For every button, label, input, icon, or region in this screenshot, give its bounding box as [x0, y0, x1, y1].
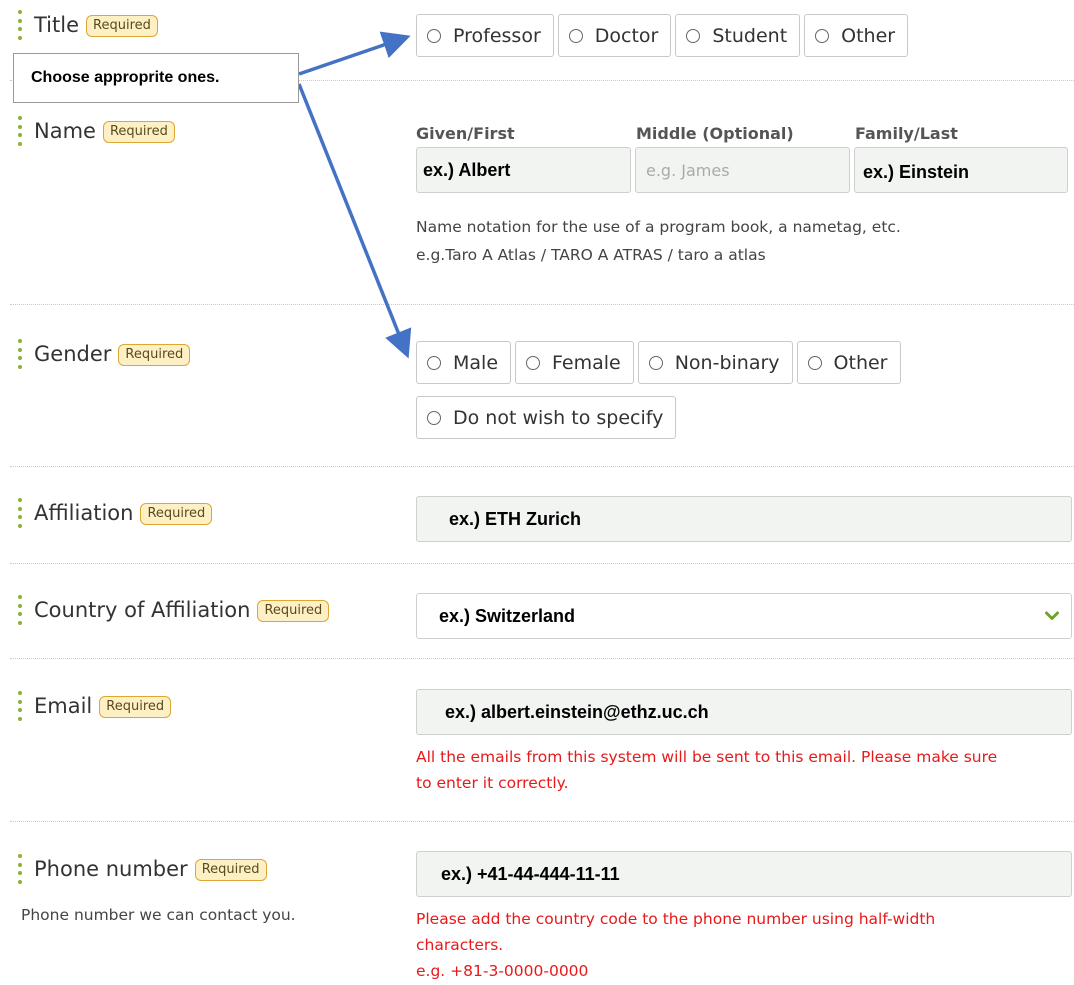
arrow-to-gender-options — [297, 83, 412, 359]
divider — [10, 304, 1074, 305]
radio-icon[interactable] — [427, 410, 441, 425]
country-label: Country of Affiliation — [34, 598, 251, 622]
required-badge: Required — [257, 600, 330, 622]
name-label: Name — [34, 119, 96, 143]
email-input[interactable]: ex.) albert.einstein@ethz.uc.ch — [416, 689, 1072, 735]
country-label-group: Country of Affiliation Required — [18, 595, 330, 625]
drag-dots-icon — [18, 691, 22, 721]
affiliation-input[interactable]: ex.) ETH Zurich — [416, 496, 1072, 542]
radio-icon[interactable] — [807, 355, 822, 370]
email-label-group: Email Required — [18, 691, 172, 721]
email-error-line2: to enter it correctly. — [416, 774, 569, 792]
radio-icon[interactable] — [427, 355, 441, 370]
gender-options-row1: Male Female Non-binary Other — [416, 341, 901, 384]
required-badge: Required — [194, 859, 267, 881]
radio-icon[interactable] — [427, 28, 441, 43]
radio-icon[interactable] — [815, 28, 830, 43]
phone-label: Phone number — [34, 857, 188, 881]
given-name-header: Given/First — [416, 124, 515, 143]
phone-input[interactable]: ex.) +41-44-444-11-11 — [416, 851, 1072, 897]
drag-dots-icon — [18, 595, 22, 625]
drag-dots-icon — [18, 10, 22, 40]
title-label-group: Title Required — [18, 10, 158, 40]
family-name-header: Family/Last — [855, 124, 958, 143]
phone-label-group: Phone number Required — [18, 854, 267, 884]
required-badge: Required — [99, 696, 172, 718]
title-option-doctor[interactable]: Doctor — [557, 14, 672, 57]
drag-dots-icon — [18, 116, 22, 146]
gender-option-male[interactable]: Male — [416, 341, 512, 384]
given-name-input[interactable]: ex.) Albert — [416, 147, 631, 193]
name-hint-line1: Name notation for the use of a program b… — [416, 218, 901, 236]
title-label: Title — [34, 13, 80, 37]
drag-dots-icon — [18, 854, 22, 884]
divider — [10, 821, 1074, 822]
gender-option-non-binary[interactable]: Non-binary — [637, 341, 793, 384]
gender-label: Gender — [34, 342, 112, 366]
divider — [10, 658, 1074, 659]
radio-icon[interactable] — [526, 355, 541, 370]
radio-icon[interactable] — [686, 28, 701, 43]
radio-icon[interactable] — [568, 28, 583, 43]
name-label-group: Name Required — [18, 116, 175, 146]
middle-name-input[interactable]: e.g. James — [635, 147, 850, 193]
country-select-value: ex.) Switzerland — [439, 605, 576, 626]
title-options: Professor Doctor Student Other — [416, 14, 909, 57]
callout-box: Choose approprite ones. — [13, 53, 299, 103]
middle-name-header: Middle (Optional) — [636, 124, 794, 143]
arrow-to-title-options — [298, 31, 411, 76]
affiliation-label: Affiliation — [34, 501, 134, 525]
chevron-down-icon[interactable] — [1045, 610, 1059, 622]
drag-dots-icon — [18, 498, 22, 528]
drag-dots-icon — [18, 339, 22, 369]
required-badge: Required — [118, 344, 191, 366]
gender-options-row2: Do not wish to specify — [416, 396, 677, 439]
title-option-student[interactable]: Student — [675, 14, 801, 57]
country-select[interactable]: ex.) Switzerland — [416, 593, 1072, 639]
divider — [10, 563, 1074, 564]
phone-error-line3: e.g. +81-3-0000-0000 — [416, 962, 589, 980]
gender-option-female[interactable]: Female — [515, 341, 634, 384]
gender-option-other[interactable]: Other — [796, 341, 901, 384]
title-option-other[interactable]: Other — [804, 14, 909, 57]
title-option-professor[interactable]: Professor — [416, 14, 554, 57]
phone-error-line2: characters. — [416, 936, 504, 954]
phone-sublabel: Phone number we can contact you. — [21, 906, 296, 924]
family-name-input[interactable]: ex.) Einstein — [854, 147, 1068, 193]
affiliation-label-group: Affiliation Required — [18, 498, 213, 528]
gender-label-group: Gender Required — [18, 339, 191, 369]
required-badge: Required — [102, 121, 175, 143]
radio-icon[interactable] — [648, 355, 663, 370]
name-hint-line2: e.g.Taro A Atlas / TARO A ATRAS / taro a… — [416, 246, 766, 264]
divider — [10, 466, 1074, 467]
email-error-line1: All the emails from this system will be … — [416, 748, 998, 766]
required-badge: Required — [86, 15, 158, 37]
phone-error-line1: Please add the country code to the phone… — [416, 910, 936, 928]
email-label: Email — [34, 694, 93, 718]
gender-option-do-not-specify[interactable]: Do not wish to specify — [416, 396, 677, 439]
required-badge: Required — [140, 503, 213, 525]
